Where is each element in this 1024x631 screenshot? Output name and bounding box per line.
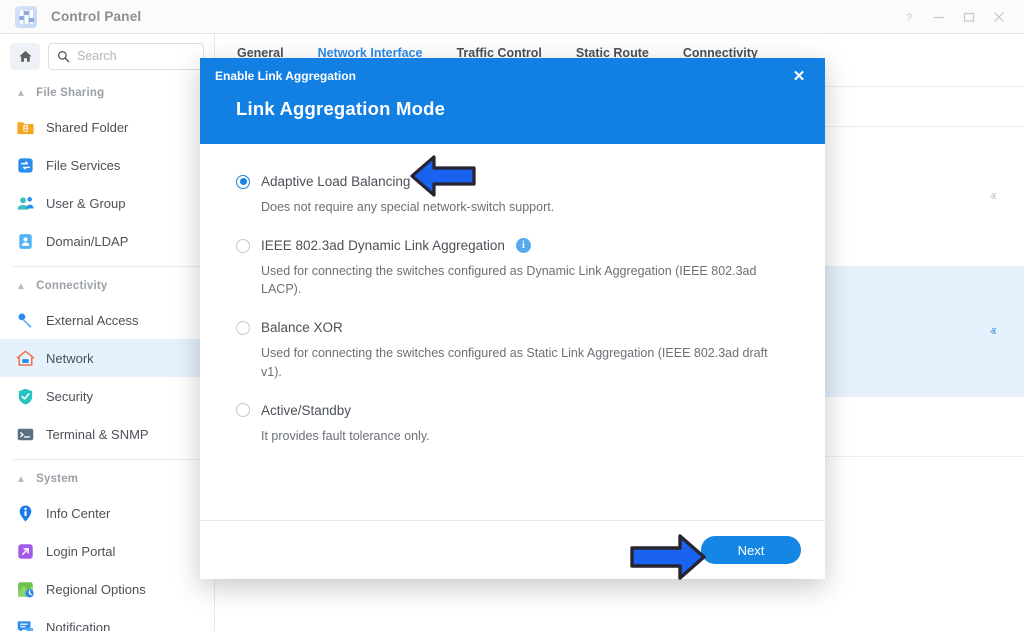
shared-folder-icon bbox=[16, 118, 35, 137]
sidebar-divider-1 bbox=[12, 266, 202, 267]
sidebar-item-terminal-snmp[interactable]: Terminal & SNMP bbox=[0, 415, 214, 453]
sidebar-group-connectivity[interactable]: ▲ Connectivity bbox=[0, 271, 214, 301]
sidebar-item-label: Shared Folder bbox=[46, 120, 128, 135]
sidebar-group-file-sharing[interactable]: ▲ File Sharing bbox=[0, 78, 214, 108]
radio-option-ieee-8023ad[interactable]: IEEE 802.3ad Dynamic Link Aggregation i bbox=[236, 238, 789, 253]
shield-icon bbox=[16, 387, 35, 406]
notification-icon bbox=[16, 618, 35, 631]
radio-label: Active/Standby bbox=[261, 403, 351, 418]
minimize-button[interactable] bbox=[924, 4, 954, 30]
chevron-up-icon: ▲ bbox=[16, 474, 26, 485]
window-controls: ? bbox=[894, 4, 1014, 30]
sidebar-item-label: Login Portal bbox=[46, 544, 115, 559]
search-input[interactable]: Search bbox=[48, 43, 204, 70]
sidebar-search-row: Search bbox=[0, 34, 214, 78]
chevron-up-icon[interactable]: ⱏ bbox=[990, 191, 996, 203]
radio-button[interactable] bbox=[236, 175, 250, 189]
sidebar: Search ▲ File Sharing Shared Folder File… bbox=[0, 34, 215, 631]
next-button[interactable]: Next bbox=[701, 536, 801, 564]
control-panel-window: Control Panel ? Search ▲ File Sharing Sh… bbox=[0, 0, 1024, 631]
sidebar-item-shared-folder[interactable]: Shared Folder bbox=[0, 108, 214, 146]
option-description: Does not require any special network-swi… bbox=[261, 198, 789, 216]
window-title: Control Panel bbox=[51, 9, 141, 24]
sidebar-item-label: File Services bbox=[46, 158, 120, 173]
window-titlebar: Control Panel ? bbox=[0, 0, 1024, 34]
dialog-title: Link Aggregation Mode bbox=[236, 98, 445, 120]
chevron-up-icon[interactable]: ⱏ bbox=[990, 326, 996, 338]
help-button[interactable]: ? bbox=[894, 4, 924, 30]
radio-button[interactable] bbox=[236, 403, 250, 417]
radio-label: IEEE 802.3ad Dynamic Link Aggregation bbox=[261, 238, 505, 253]
dialog-header: Enable Link Aggregation ✕ Link Aggregati… bbox=[200, 58, 825, 144]
info-icon[interactable]: i bbox=[516, 238, 531, 253]
sidebar-item-external-access[interactable]: External Access bbox=[0, 301, 214, 339]
sidebar-item-label: User & Group bbox=[46, 196, 125, 211]
network-icon bbox=[16, 349, 35, 368]
sidebar-item-label: Network bbox=[46, 351, 94, 366]
login-portal-icon bbox=[16, 542, 35, 561]
radio-option-active-standby[interactable]: Active/Standby bbox=[236, 403, 789, 418]
sidebar-item-user-group[interactable]: User & Group bbox=[0, 184, 214, 222]
sidebar-group-label: File Sharing bbox=[36, 87, 104, 99]
terminal-snmp-icon bbox=[16, 425, 35, 444]
sidebar-item-notification[interactable]: Notification bbox=[0, 608, 214, 631]
sidebar-item-label: Terminal & SNMP bbox=[46, 427, 149, 442]
chevron-up-icon: ▲ bbox=[16, 281, 26, 292]
sidebar-group-system[interactable]: ▲ System bbox=[0, 464, 214, 494]
close-icon[interactable]: ✕ bbox=[789, 66, 809, 86]
sidebar-group-label: Connectivity bbox=[36, 280, 107, 292]
radio-option-adaptive-load-balancing[interactable]: Adaptive Load Balancing bbox=[236, 174, 789, 189]
external-access-icon bbox=[16, 311, 35, 330]
chevron-up-icon: ▲ bbox=[16, 88, 26, 99]
close-button[interactable] bbox=[984, 4, 1014, 30]
sidebar-item-label: External Access bbox=[46, 313, 139, 328]
sidebar-item-info-center[interactable]: Info Center bbox=[0, 494, 214, 532]
radio-label: Balance XOR bbox=[261, 320, 343, 335]
sidebar-item-network[interactable]: Network bbox=[0, 339, 214, 377]
domain-ldap-icon bbox=[16, 232, 35, 251]
radio-button[interactable] bbox=[236, 239, 250, 253]
radio-label: Adaptive Load Balancing bbox=[261, 174, 410, 189]
home-button[interactable] bbox=[10, 43, 40, 70]
search-icon bbox=[57, 50, 70, 63]
tab-bar: General Network Interface Traffic Contro… bbox=[215, 34, 1024, 60]
user-group-icon bbox=[16, 194, 35, 213]
sidebar-item-label: Domain/LDAP bbox=[46, 234, 128, 249]
dialog-body: Adaptive Load Balancing Does not require… bbox=[200, 144, 825, 520]
sidebar-group-label: System bbox=[36, 473, 78, 485]
radio-option-balance-xor[interactable]: Balance XOR bbox=[236, 320, 789, 335]
sidebar-divider-2 bbox=[12, 459, 202, 460]
regional-options-icon bbox=[16, 580, 35, 599]
file-services-icon bbox=[16, 156, 35, 175]
sidebar-item-regional-options[interactable]: Regional Options bbox=[0, 570, 214, 608]
svg-text:?: ? bbox=[906, 12, 912, 23]
search-placeholder: Search bbox=[77, 49, 117, 63]
enable-link-aggregation-dialog: Enable Link Aggregation ✕ Link Aggregati… bbox=[200, 58, 825, 579]
option-description: Used for connecting the switches configu… bbox=[261, 262, 789, 298]
dialog-footer: Next bbox=[200, 520, 825, 579]
sidebar-item-domain-ldap[interactable]: Domain/LDAP bbox=[0, 222, 214, 260]
sidebar-item-label: Notification bbox=[46, 620, 110, 631]
control-panel-icon bbox=[15, 6, 37, 28]
option-description: It provides fault tolerance only. bbox=[261, 427, 789, 445]
sidebar-item-label: Regional Options bbox=[46, 582, 146, 597]
sidebar-item-file-services[interactable]: File Services bbox=[0, 146, 214, 184]
dialog-caption: Enable Link Aggregation bbox=[215, 69, 356, 83]
sidebar-item-security[interactable]: Security bbox=[0, 377, 214, 415]
sidebar-item-label: Security bbox=[46, 389, 93, 404]
sidebar-item-login-portal[interactable]: Login Portal bbox=[0, 532, 214, 570]
info-center-icon bbox=[16, 504, 35, 523]
radio-button[interactable] bbox=[236, 321, 250, 335]
home-icon bbox=[18, 49, 33, 64]
option-description: Used for connecting the switches configu… bbox=[261, 344, 789, 380]
maximize-button[interactable] bbox=[954, 4, 984, 30]
sidebar-item-label: Info Center bbox=[46, 506, 110, 521]
